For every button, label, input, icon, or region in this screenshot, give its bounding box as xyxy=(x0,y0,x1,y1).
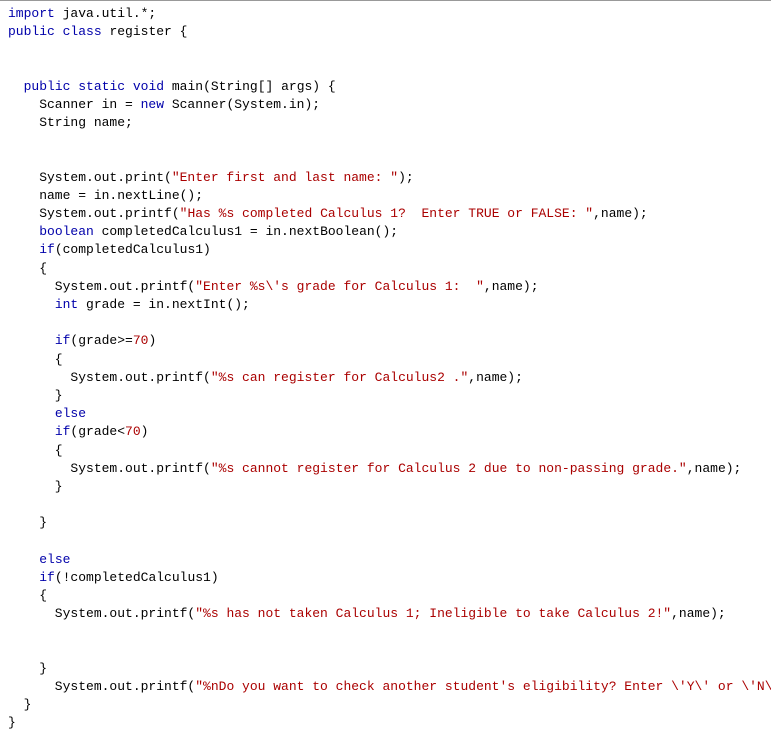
code-line: else xyxy=(8,552,70,567)
code-line: if(!completedCalculus1) xyxy=(8,570,219,585)
code-line: { xyxy=(8,352,63,367)
code-line: public static void main(String[] args) { xyxy=(8,79,336,94)
code-line: System.out.printf("%s can register for C… xyxy=(8,370,523,385)
code-line: System.out.printf("%s has not taken Calc… xyxy=(8,606,726,621)
code-line: import java.util.*; xyxy=(8,6,156,21)
code-line: boolean completedCalculus1 = in.nextBool… xyxy=(8,224,398,239)
code-line: System.out.printf("%s cannot register fo… xyxy=(8,461,741,476)
code-line: System.out.printf("Has %s completed Calc… xyxy=(8,206,648,221)
code-line: if(grade>=70) xyxy=(8,333,156,348)
code-line: name = in.nextLine(); xyxy=(8,188,203,203)
code-line: } xyxy=(8,715,16,730)
code-line: { xyxy=(8,443,63,458)
code-line: if(grade<70) xyxy=(8,424,148,439)
code-line: public class register { xyxy=(8,24,187,39)
code-line: } xyxy=(8,661,47,676)
code-line: System.out.print("Enter first and last n… xyxy=(8,170,414,185)
code-line: } xyxy=(8,515,47,530)
code-line: int grade = in.nextInt(); xyxy=(8,297,250,312)
code-line: { xyxy=(8,588,47,603)
code-line: } xyxy=(8,479,63,494)
code-line: Scanner in = new Scanner(System.in); xyxy=(8,97,320,112)
code-line: String name; xyxy=(8,115,133,130)
code-line: else xyxy=(8,406,86,421)
code-line: { xyxy=(8,261,47,276)
code-block: import java.util.*; public class registe… xyxy=(0,0,771,737)
code-line: System.out.printf("Enter %s\'s grade for… xyxy=(8,279,539,294)
code-line: } xyxy=(8,697,31,712)
code-line: System.out.printf("%nDo you want to chec… xyxy=(8,679,771,694)
code-line: } xyxy=(8,388,63,403)
code-line: if(completedCalculus1) xyxy=(8,242,211,257)
